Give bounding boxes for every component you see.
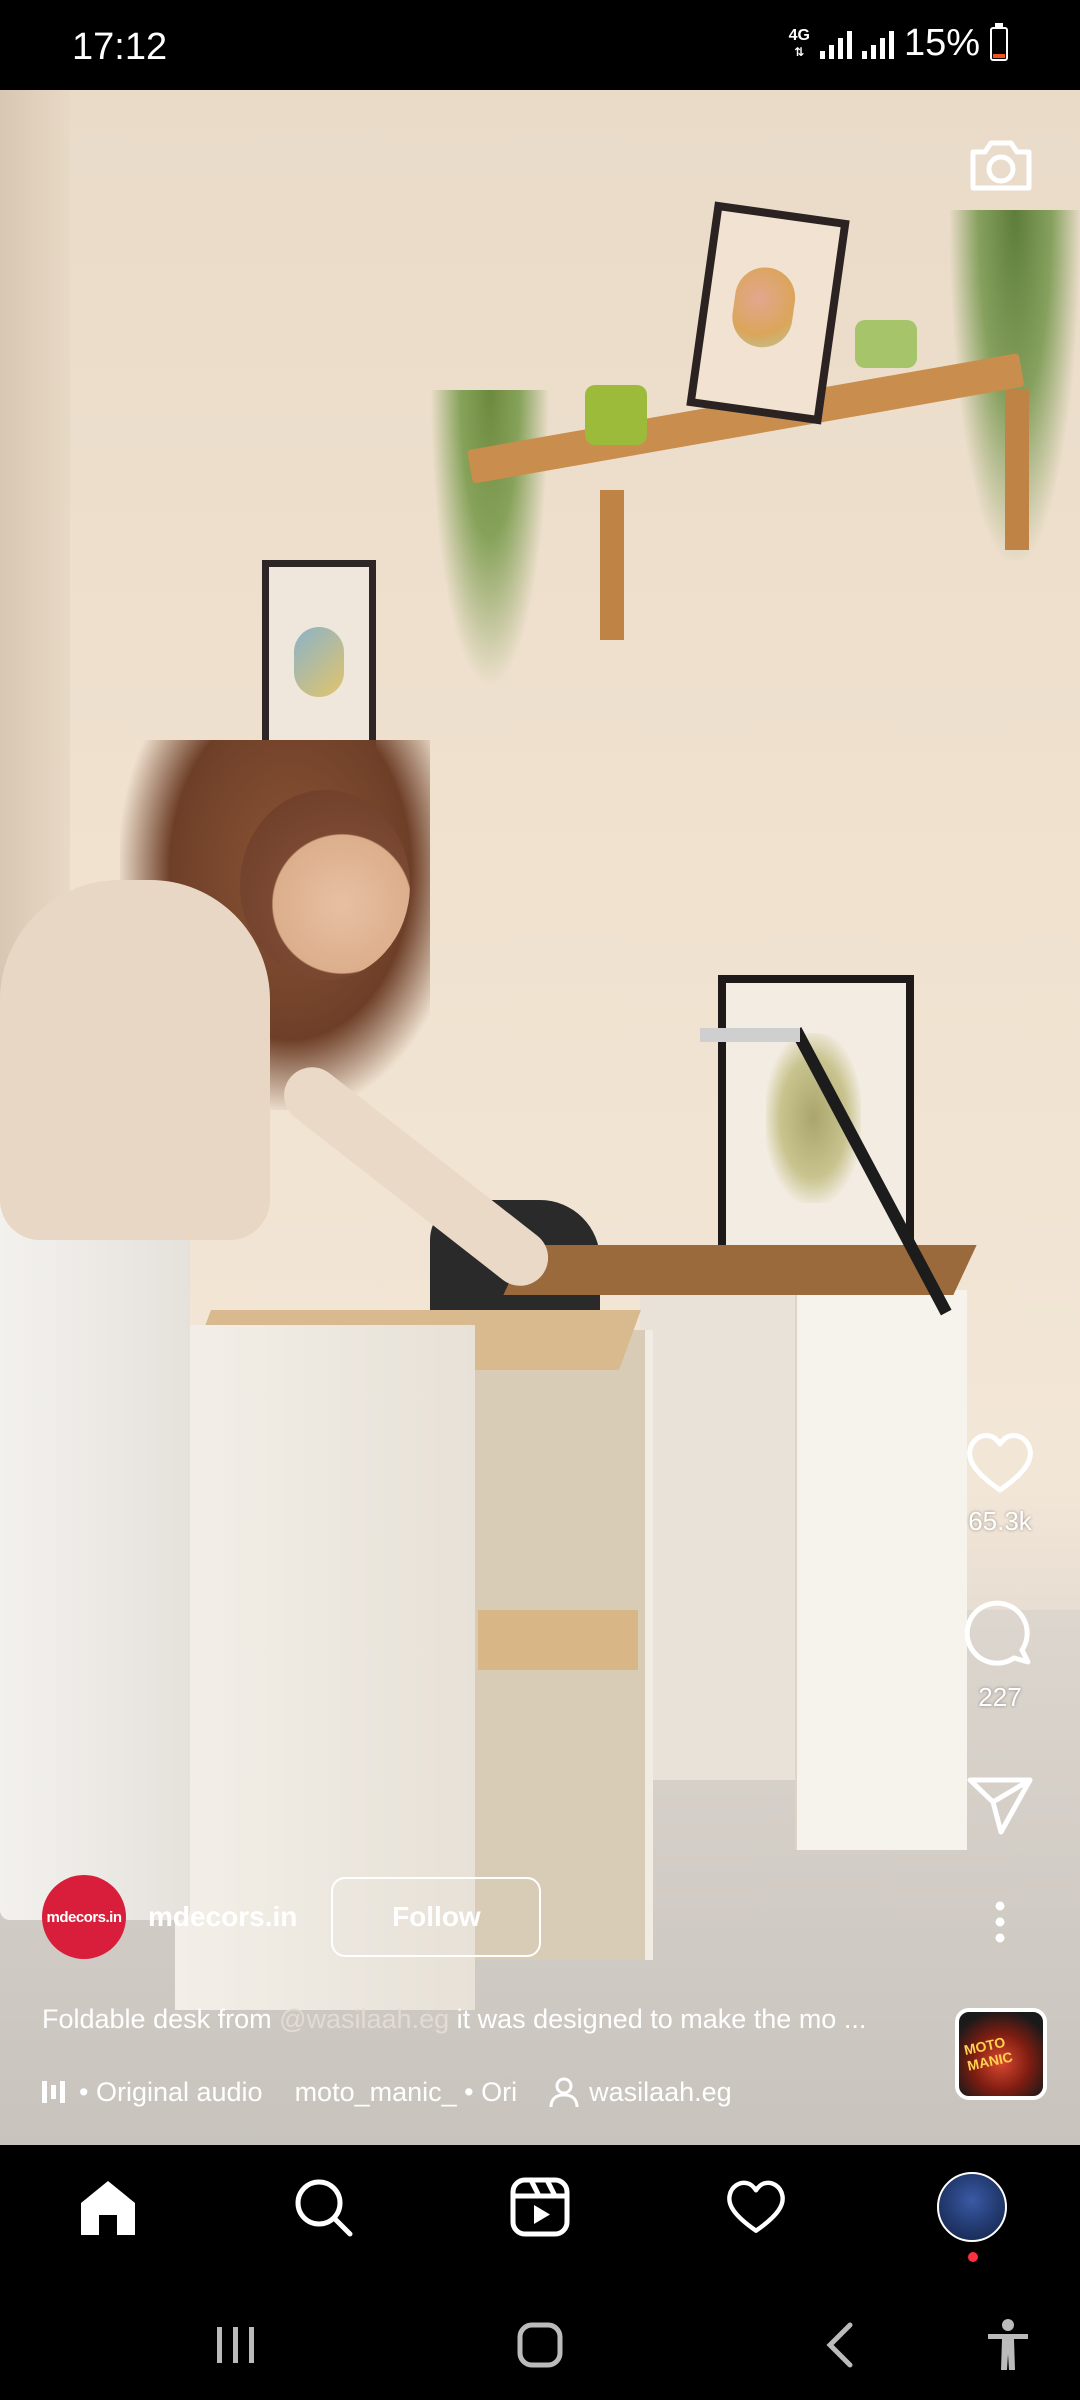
reel-video[interactable]: [0, 90, 1080, 2145]
scene-desk-top: [503, 1245, 977, 1295]
author-avatar[interactable]: mdecors.in: [42, 1875, 126, 1959]
home-button-icon[interactable]: [510, 2315, 570, 2375]
network-type-icon: 4G ⇅: [788, 26, 810, 59]
home-icon[interactable]: [68, 2167, 148, 2247]
person-icon: [549, 2076, 579, 2108]
scene-person-head: [240, 790, 410, 980]
caption-mention[interactable]: @wasilaah.eg: [279, 2004, 449, 2034]
author-row: mdecors.in mdecors.in Follow: [42, 1875, 542, 1959]
back-icon[interactable]: [810, 2315, 870, 2375]
scene-desk-inner: [640, 1290, 800, 1780]
scene-person: [0, 880, 270, 1240]
comment-icon[interactable]: [964, 1600, 1036, 1672]
system-nav-bar: [0, 2285, 1080, 2400]
audio-track-label[interactable]: moto_manic_ • Ori: [295, 2077, 518, 2108]
status-icons: 4G ⇅ 15%: [789, 22, 1008, 65]
accessibility-icon[interactable]: [978, 2315, 1038, 2375]
recents-icon[interactable]: [206, 2315, 266, 2375]
like-count: 65.3k: [968, 1506, 1032, 1536]
share-control: [960, 1772, 1040, 1838]
like-control: 65.3k: [960, 1430, 1040, 1537]
audio-bars-icon: [42, 2081, 65, 2103]
audio-row: • Original audio moto_manic_ • Ori wasil…: [42, 2072, 732, 2112]
more-control: [960, 1900, 1040, 1944]
heart-icon[interactable]: [716, 2167, 796, 2247]
battery-percent: 15%: [903, 22, 980, 64]
status-bar: 17:12 4G ⇅ 15%: [0, 0, 1080, 90]
battery-icon: [990, 22, 1008, 61]
scene-shelf-bracket: [600, 490, 624, 640]
scene-plant: [430, 390, 550, 690]
signal-icon-2: [861, 29, 894, 59]
tagged-user-label[interactable]: wasilaah.eg: [589, 2077, 732, 2108]
camera-icon[interactable]: [965, 128, 1037, 200]
scene-vase-2: [855, 320, 917, 368]
share-icon[interactable]: [965, 1772, 1035, 1838]
scene-lamp-head: [700, 1028, 800, 1042]
status-time: 17:12: [72, 26, 168, 68]
scene-frame: [686, 201, 850, 425]
caption-prefix: Foldable desk from: [42, 2004, 280, 2034]
notification-dot: [968, 2252, 978, 2262]
scene-frame-3: [718, 975, 914, 1266]
search-icon[interactable]: [283, 2167, 363, 2247]
reels-screen: 17:12 4G ⇅ 15% 65.3k 227 mdecors.in mdec…: [0, 0, 1080, 2400]
scene-shelf-bracket-2: [1005, 390, 1029, 550]
signal-icon: [819, 29, 852, 59]
heart-outline-icon[interactable]: [964, 1430, 1036, 1496]
profile-avatar[interactable]: [932, 2167, 1012, 2247]
comment-count: 227: [978, 1682, 1022, 1712]
author-username[interactable]: mdecors.in: [148, 1901, 297, 1933]
follow-button[interactable]: Follow: [331, 1877, 542, 1957]
reel-caption[interactable]: Foldable desk from @wasilaah.eg it was d…: [42, 2004, 942, 2035]
more-options-icon[interactable]: [990, 1900, 1010, 1944]
bottom-nav: [0, 2145, 1080, 2285]
original-audio-label[interactable]: • Original audio: [79, 2077, 263, 2108]
reels-icon[interactable]: [500, 2167, 580, 2247]
scene-person-legs: [0, 1160, 190, 1920]
comment-control: 227: [960, 1600, 1040, 1713]
caption-suffix: it was designed to make the mo ...: [449, 2004, 867, 2034]
scene-cart-shelf: [478, 1610, 638, 1670]
scene-vase: [585, 385, 647, 445]
audio-thumbnail[interactable]: MOTO MANIC: [955, 2008, 1047, 2100]
scene-desk: [795, 1290, 967, 1850]
